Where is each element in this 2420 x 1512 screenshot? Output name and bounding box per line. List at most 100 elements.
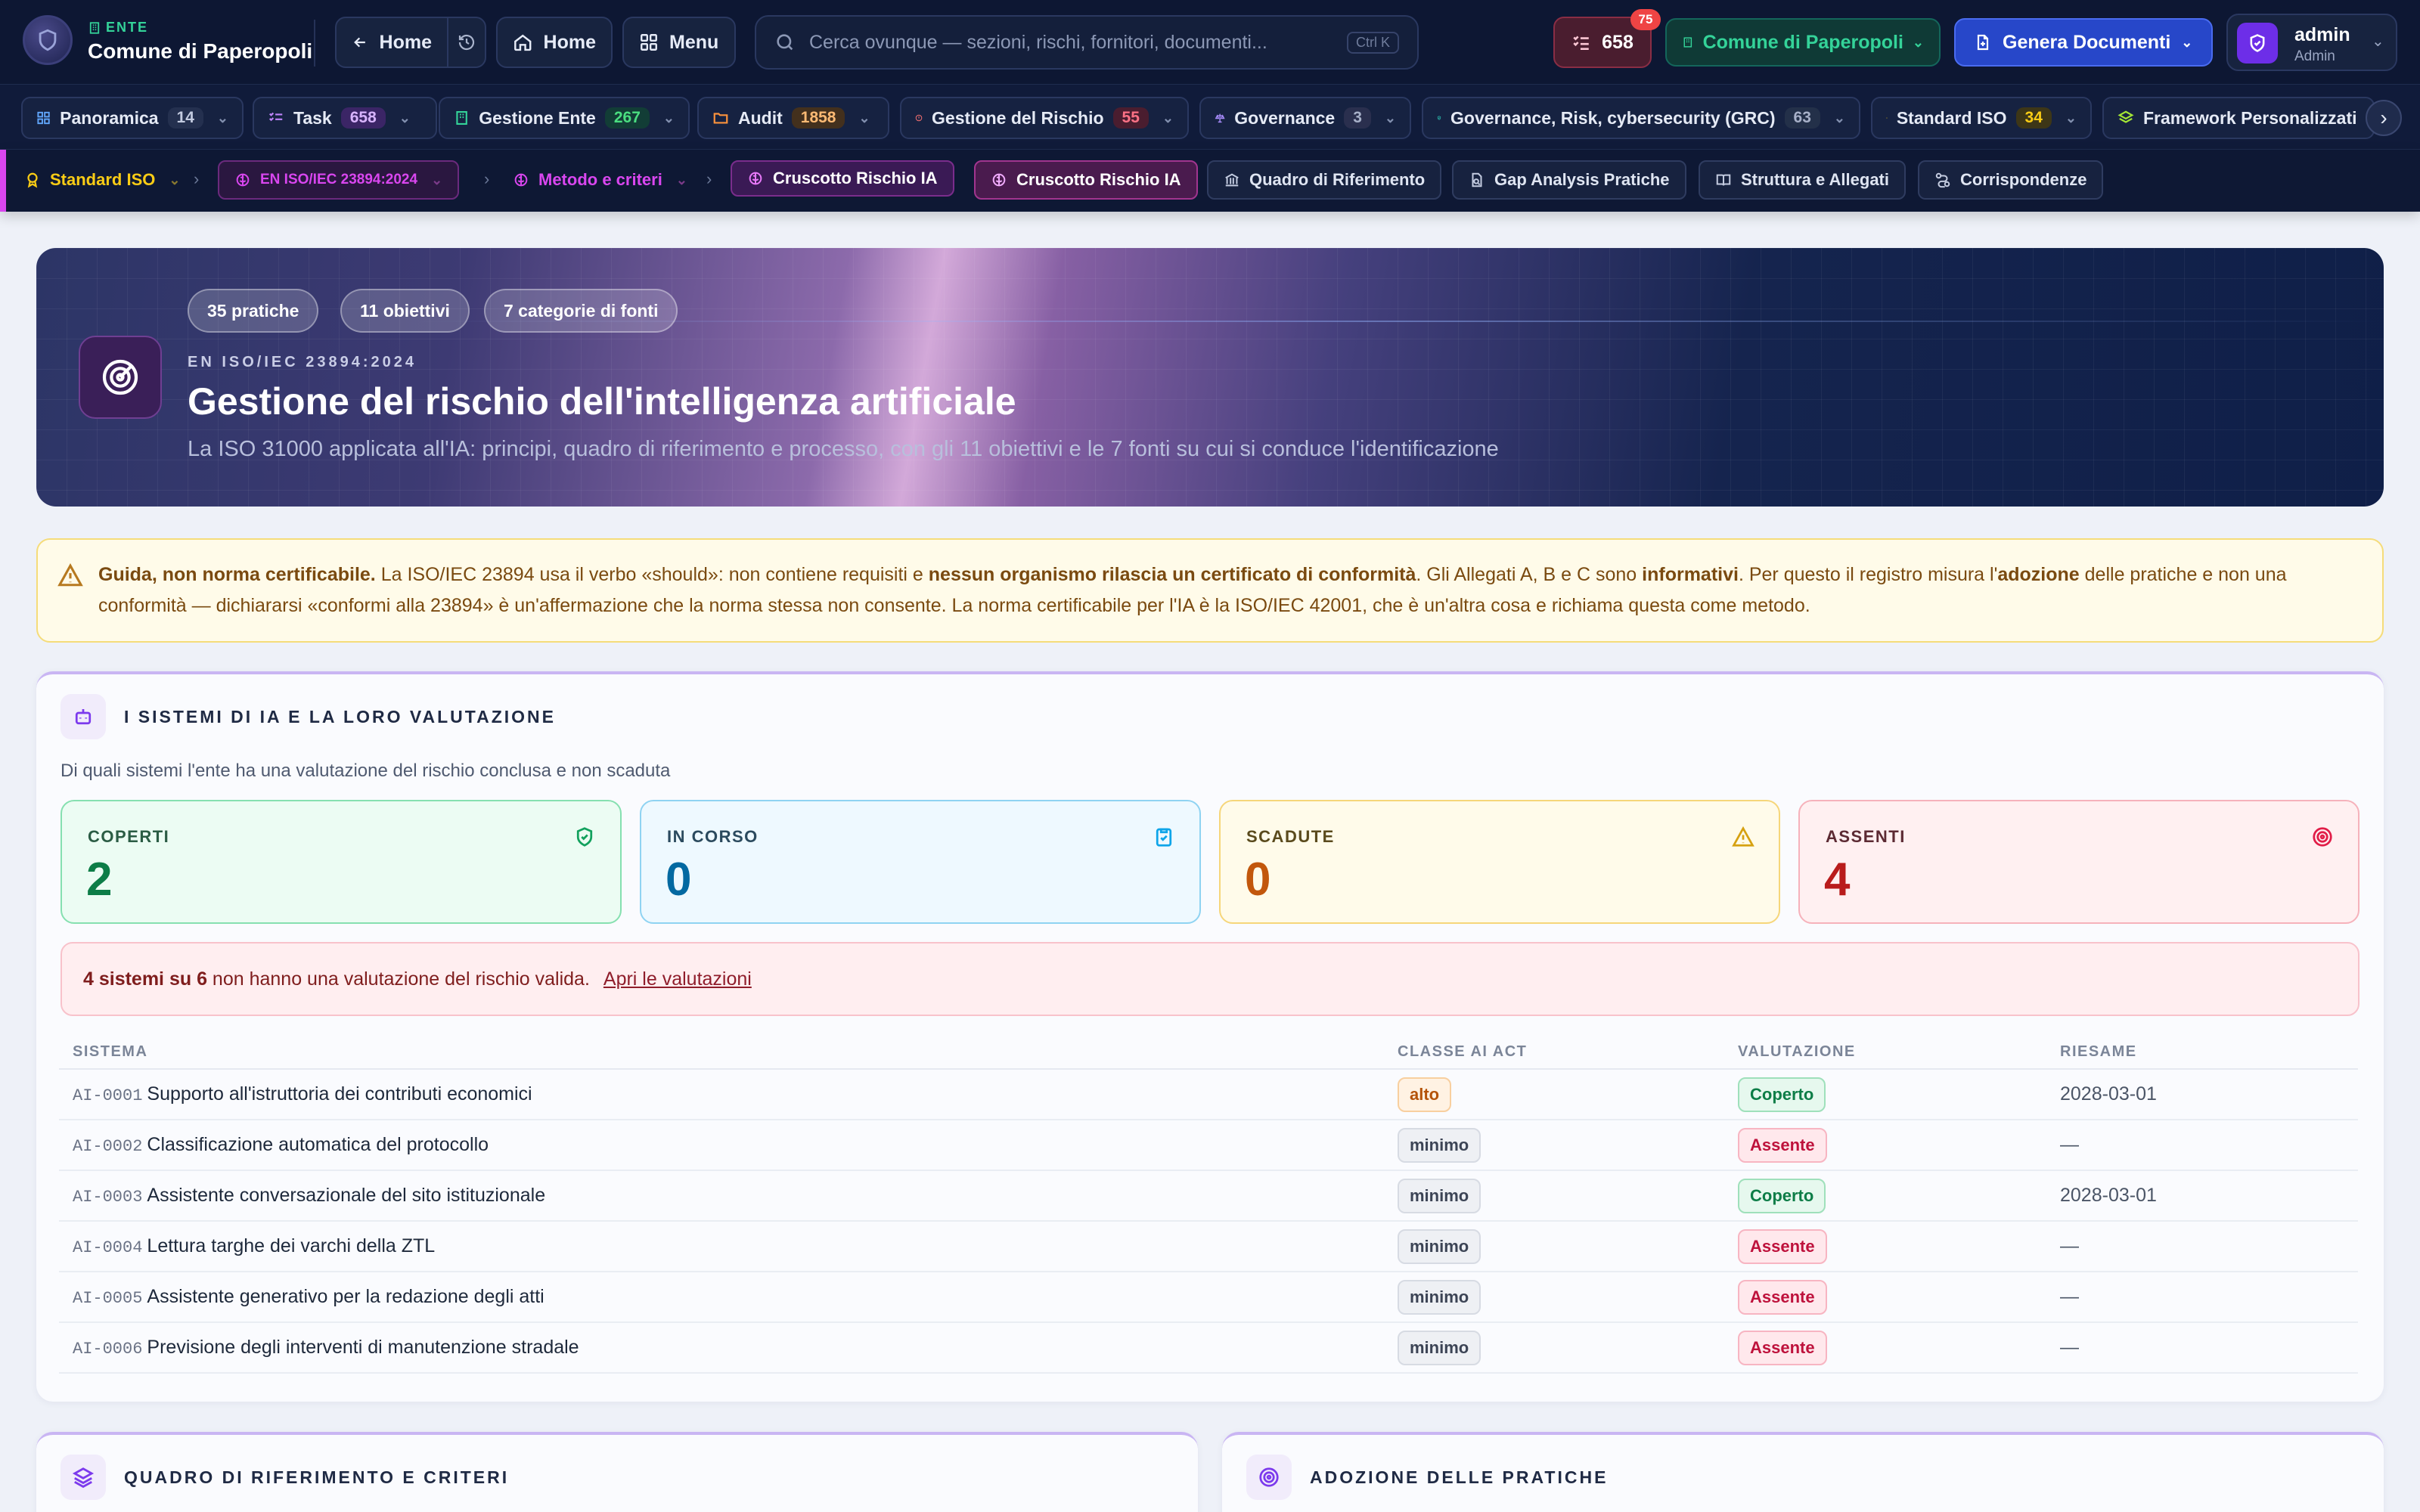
chevron-down-icon: ⌄ xyxy=(169,172,181,187)
ai-act-class-cell: minimo xyxy=(1398,1221,1738,1272)
arrow-left-icon xyxy=(354,37,365,48)
ai-act-class-badge: minimo xyxy=(1398,1330,1481,1365)
assessment-status-badge: Assente xyxy=(1738,1279,1827,1315)
ai-act-class-badge: minimo xyxy=(1398,1127,1481,1163)
search-input[interactable]: Cerca ovunque — sezioni, rischi, fornito… xyxy=(809,32,1333,54)
menu-button[interactable]: Menu xyxy=(622,17,736,68)
ai-act-class-cell: minimo xyxy=(1398,1120,1738,1171)
tab-cruscotto-rischio-ia[interactable]: Cruscotto Rischio IA xyxy=(974,160,1198,200)
chevron-down-icon[interactable]: ⌄ xyxy=(2065,110,2077,126)
system-cell: AI-0001 Supporto all'istruttoria dei cont… xyxy=(59,1069,1398,1120)
nav-standard-iso[interactable]: Standard ISO 34 ⌄ xyxy=(1871,97,2092,139)
ai-act-class-badge: minimo xyxy=(1398,1228,1481,1264)
ai-act-class-cell: alto xyxy=(1398,1069,1738,1120)
history-button[interactable] xyxy=(447,17,486,68)
brain-icon xyxy=(236,173,250,187)
breadcrumb-standard-iso[interactable]: Standard ISO ⌄ xyxy=(15,160,189,200)
folder-icon xyxy=(713,113,728,124)
generate-documents-button[interactable]: Genera Documenti ⌄ xyxy=(1954,18,2213,67)
robot-icon xyxy=(75,709,92,725)
chevron-down-icon: ⌄ xyxy=(2372,33,2384,50)
ai-act-class-badge: minimo xyxy=(1398,1178,1481,1213)
crest-icon xyxy=(39,29,57,51)
systems-section-header: I SISTEMI DI IA E LA LORO VALUTAZIONE xyxy=(60,694,556,739)
tab-struttura-allegati[interactable]: Struttura e Allegati xyxy=(1699,160,1906,200)
table-row[interactable]: AI-0005 Assistente generativo per la reda… xyxy=(59,1272,2358,1323)
table-row[interactable]: AI-0003 Assistente conversazionale del si… xyxy=(59,1170,2358,1222)
nav-scroll-right-button[interactable]: › xyxy=(2366,100,2402,136)
user-role: Admin xyxy=(2294,48,2335,64)
assessment-cell: Assente xyxy=(1738,1221,2060,1272)
certification-notice: Guida, non norma certificabile. La ISO/I… xyxy=(36,538,2384,643)
adoption-section-header: ADOZIONE DELLE PRATICHE xyxy=(1246,1455,1608,1500)
chevron-down-icon[interactable]: ⌄ xyxy=(1162,110,1174,126)
chevron-down-icon[interactable]: ⌄ xyxy=(399,110,411,126)
user-name: admin xyxy=(2294,24,2350,45)
chevron-down-icon[interactable]: ⌄ xyxy=(858,110,870,126)
system-name: Assistente generativo per la redazione d… xyxy=(147,1286,544,1307)
landmark-icon xyxy=(1225,173,1239,187)
hero-chip-obiettivi: 11 obiettivi xyxy=(340,289,470,333)
table-row[interactable]: AI-0004 Lettura targhe dei varchi della Z… xyxy=(59,1221,2358,1272)
nav-framework-personalizzati[interactable]: Framework Personalizzati xyxy=(2102,97,2375,139)
count-badge: 1858 xyxy=(791,107,845,129)
framework-section-header: QUADRO DI RIFERIMENTO E CRITERI xyxy=(60,1455,509,1500)
breadcrumb-metodo-criteri[interactable]: Metodo e criteri ⌄ xyxy=(502,160,698,200)
ai-act-class-cell: minimo xyxy=(1398,1322,1738,1374)
nav-grc[interactable]: Governance, Risk, cybersecurity (GRC) 63… xyxy=(1422,97,1860,139)
nav-governance[interactable]: Governance 3 ⌄ xyxy=(1199,97,1411,139)
system-code: AI-0002 xyxy=(73,1137,143,1156)
hero-chip-pratiche: 35 pratiche xyxy=(188,289,319,333)
nav-gestione-rischio[interactable]: Gestione del Rischio 55 ⌄ xyxy=(900,97,1189,139)
brain-icon xyxy=(514,173,528,187)
system-name: Classificazione automatica del protocoll… xyxy=(147,1134,489,1155)
back-home-button[interactable]: Home xyxy=(335,17,448,68)
open-assessments-link[interactable]: Apri le valutazioni xyxy=(603,968,752,990)
building-icon xyxy=(89,21,100,34)
ai-act-class-cell: minimo xyxy=(1398,1272,1738,1323)
avatar xyxy=(2237,23,2278,64)
stat-coperti: COPERTI 2 xyxy=(60,800,622,924)
chevron-down-icon[interactable]: ⌄ xyxy=(1385,110,1396,126)
file-search-icon xyxy=(1472,172,1482,187)
clipboard-check-icon xyxy=(1156,828,1172,847)
chevron-down-icon[interactable]: ⌄ xyxy=(217,110,228,126)
nav-task[interactable]: Task 658 ⌄ xyxy=(253,97,437,139)
global-search[interactable]: Cerca ovunque — sezioni, rischi, fornito… xyxy=(755,15,1419,70)
tab-corrispondenze[interactable]: Corrispondenze xyxy=(1918,160,2104,200)
table-row[interactable]: AI-0006 Previsione degli interventi di ma… xyxy=(59,1322,2358,1374)
page-title: Gestione del rischio dell'intelligenza a… xyxy=(188,380,1016,423)
chevron-down-icon: ⌄ xyxy=(2181,34,2193,50)
hero-chip-categorie: 7 categorie di fonti xyxy=(484,289,678,333)
count-badge: 3 xyxy=(1344,107,1371,129)
home-button[interactable]: Home xyxy=(496,17,613,68)
system-name: Lettura targhe dei varchi della ZTL xyxy=(147,1235,436,1256)
assessment-cell: Assente xyxy=(1738,1120,2060,1171)
breadcrumb-iso-23894[interactable]: EN ISO/IEC 23894:2024 ⌄ xyxy=(218,160,460,200)
hero-line xyxy=(414,321,2381,322)
chevron-down-icon: ⌄ xyxy=(431,172,443,187)
award-icon xyxy=(1886,117,1888,119)
tab-quadro-riferimento[interactable]: Quadro di Riferimento xyxy=(1207,160,1442,200)
system-cell: AI-0006 Previsione degli interventi di ma… xyxy=(59,1322,1398,1374)
assessment-status-badge: Coperto xyxy=(1738,1077,1826,1112)
table-row[interactable]: AI-0001 Supporto all'istruttoria dei cont… xyxy=(59,1069,2358,1120)
tab-gap-analysis[interactable]: Gap Analysis Pratiche xyxy=(1452,160,1686,200)
chevron-down-icon[interactable]: ⌄ xyxy=(663,110,675,126)
entity-selector[interactable]: Comune di Paperopoli ⌄ xyxy=(1665,18,1941,67)
table-row[interactable]: AI-0002 Classificazione automatica del pr… xyxy=(59,1120,2358,1171)
alert-circle-icon xyxy=(915,114,923,122)
system-cell: AI-0004 Lettura targhe dei varchi della Z… xyxy=(59,1221,1398,1272)
nav-audit[interactable]: Audit 1858 ⌄ xyxy=(697,97,889,139)
nav-panoramica[interactable]: Panoramica 14 ⌄ xyxy=(21,97,244,139)
review-date: — xyxy=(2060,1120,2358,1171)
assessment-status-badge: Assente xyxy=(1738,1228,1827,1264)
system-code: AI-0006 xyxy=(73,1340,143,1359)
award-icon xyxy=(27,172,38,188)
user-menu[interactable]: admin Admin ⌄ xyxy=(2226,14,2397,71)
home-icon xyxy=(514,34,532,51)
nav-gestione-ente[interactable]: Gestione Ente 267 ⌄ xyxy=(439,97,690,139)
org-logo[interactable] xyxy=(23,15,73,65)
chevron-down-icon[interactable]: ⌄ xyxy=(1834,110,1845,126)
hero-icon xyxy=(79,336,162,419)
